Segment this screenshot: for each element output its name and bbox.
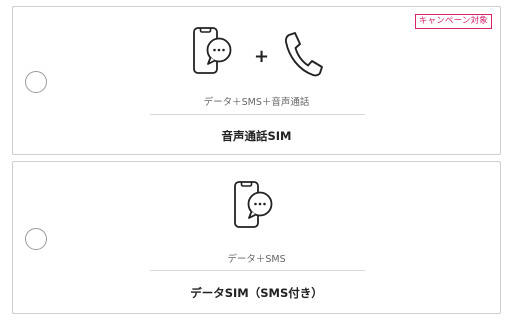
plan-icons: + bbox=[13, 26, 500, 86]
divider bbox=[150, 270, 365, 271]
smartphone-chat-icon bbox=[229, 180, 285, 240]
plan-icons bbox=[13, 180, 500, 240]
phone-handset-icon bbox=[281, 29, 325, 83]
smartphone-chat-icon bbox=[188, 26, 244, 86]
plus-sign: + bbox=[253, 45, 270, 67]
plan-option-voice-sim[interactable]: キャンペーン対象 + データ＋SMS＋音声通話 音声通話SIM bbox=[12, 6, 501, 155]
divider bbox=[150, 114, 365, 115]
plan-name: データSIM（SMS付き） bbox=[190, 286, 323, 300]
plan-features: データ＋SMS bbox=[227, 254, 286, 265]
campaign-badge: キャンペーン対象 bbox=[414, 14, 492, 29]
plan-option-data-sim[interactable]: データ＋SMS データSIM（SMS付き） bbox=[12, 161, 501, 314]
plan-name: 音声通話SIM bbox=[221, 129, 292, 143]
plan-features: データ＋SMS＋音声通話 bbox=[203, 97, 310, 108]
